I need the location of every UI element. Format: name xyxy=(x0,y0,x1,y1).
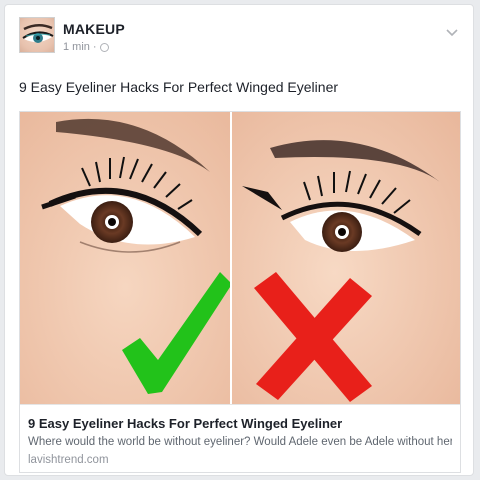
post-meta: 1 min · xyxy=(63,41,109,53)
link-preview[interactable]: 9 Easy Eyeliner Hacks For Perfect Winged… xyxy=(19,111,461,473)
link-domain: lavishtrend.com xyxy=(28,454,109,466)
page-avatar[interactable] xyxy=(19,17,55,53)
link-caption[interactable]: 9 Easy Eyeliner Hacks For Perfect Winged… xyxy=(20,404,460,472)
page-name[interactable]: MAKEUP xyxy=(63,21,125,37)
post-text: 9 Easy Eyeliner Hacks For Perfect Winged… xyxy=(19,79,339,95)
globe-icon xyxy=(99,42,109,52)
link-image[interactable] xyxy=(20,112,460,404)
chevron-down-icon[interactable] xyxy=(445,25,459,39)
post-card: MAKEUP 1 min · 9 Easy Eyeliner Hacks For… xyxy=(4,4,474,476)
link-title[interactable]: 9 Easy Eyeliner Hacks For Perfect Winged… xyxy=(28,416,342,431)
post-time[interactable]: 1 min xyxy=(63,41,90,53)
link-description: Where would the world be without eyeline… xyxy=(28,436,452,448)
post-header: MAKEUP 1 min · xyxy=(19,17,463,61)
meta-separator: · xyxy=(92,41,97,53)
